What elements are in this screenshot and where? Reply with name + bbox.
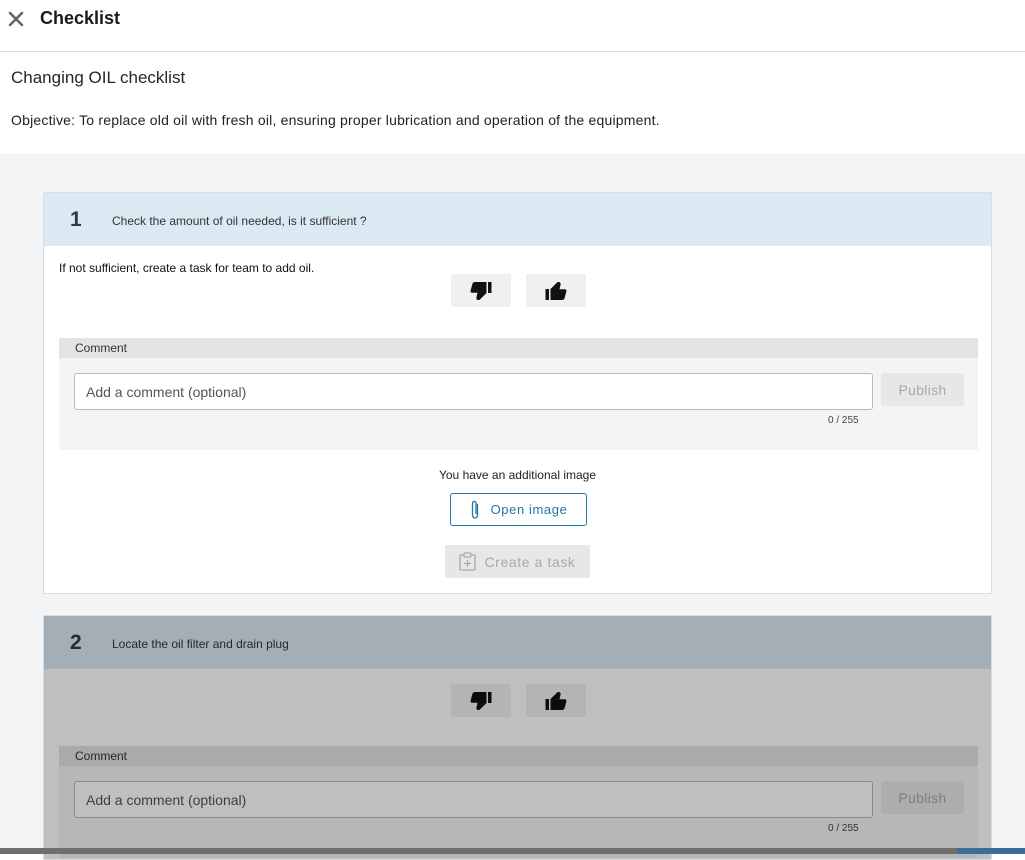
bottom-bar-accent	[958, 848, 1025, 854]
comment-label: Comment	[59, 746, 978, 766]
comment-label: Comment	[59, 338, 978, 358]
open-image-button[interactable]: Open image	[450, 493, 587, 526]
paperclip-icon	[471, 500, 478, 519]
item-header: 2 Locate the oil filter and drain plug	[44, 616, 991, 669]
open-image-label: Open image	[490, 502, 568, 517]
item-header: 1 Check the amount of oil needed, is it …	[44, 193, 991, 246]
thumbs-down-icon	[470, 691, 492, 710]
header-bar: Checklist	[0, 0, 1025, 52]
comment-section: Comment Publish 0 / 255	[59, 746, 978, 858]
additional-image-text: You have an additional image	[438, 468, 596, 482]
item-number: 1	[70, 208, 82, 231]
thumbs-up-icon	[545, 281, 567, 300]
publish-button[interactable]: Publish	[881, 373, 964, 406]
item-number: 2	[70, 631, 82, 654]
clipboard-plus-icon	[459, 552, 477, 571]
thumbs-up-icon	[545, 691, 567, 710]
character-count: 0 / 255	[828, 823, 859, 834]
thumbs-up-button[interactable]	[526, 684, 586, 717]
thumbs-down-button[interactable]	[451, 684, 511, 717]
thumbs-down-button[interactable]	[451, 274, 511, 307]
thumbs-down-icon	[470, 281, 492, 300]
create-task-button[interactable]: Create a task	[445, 545, 590, 578]
publish-button[interactable]: Publish	[881, 781, 964, 814]
character-count: 0 / 255	[828, 415, 859, 426]
close-button[interactable]	[6, 9, 26, 29]
comment-input[interactable]	[74, 373, 873, 410]
item-question: Check the amount of oil needed, is it su…	[112, 214, 367, 228]
checklist-item-card: 1 Check the amount of oil needed, is it …	[43, 192, 992, 594]
create-task-label: Create a task	[484, 553, 576, 570]
checklist-title: Changing OIL checklist	[11, 68, 186, 87]
thumbs-up-button[interactable]	[526, 274, 586, 307]
item-description: If not sufficient, create a task for tea…	[59, 261, 315, 275]
comment-section: Comment Publish 0 / 255	[59, 338, 978, 450]
item-question: Locate the oil filter and drain plug	[112, 637, 289, 651]
checklist-objective: Objective: To replace old oil with fresh…	[11, 112, 660, 128]
close-icon	[8, 11, 24, 27]
bottom-scrollbar[interactable]	[0, 848, 1025, 854]
comment-input[interactable]	[74, 781, 873, 818]
checklist-item-card: 2 Locate the oil filter and drain plug C…	[43, 615, 992, 860]
header-title: Checklist	[40, 8, 121, 28]
